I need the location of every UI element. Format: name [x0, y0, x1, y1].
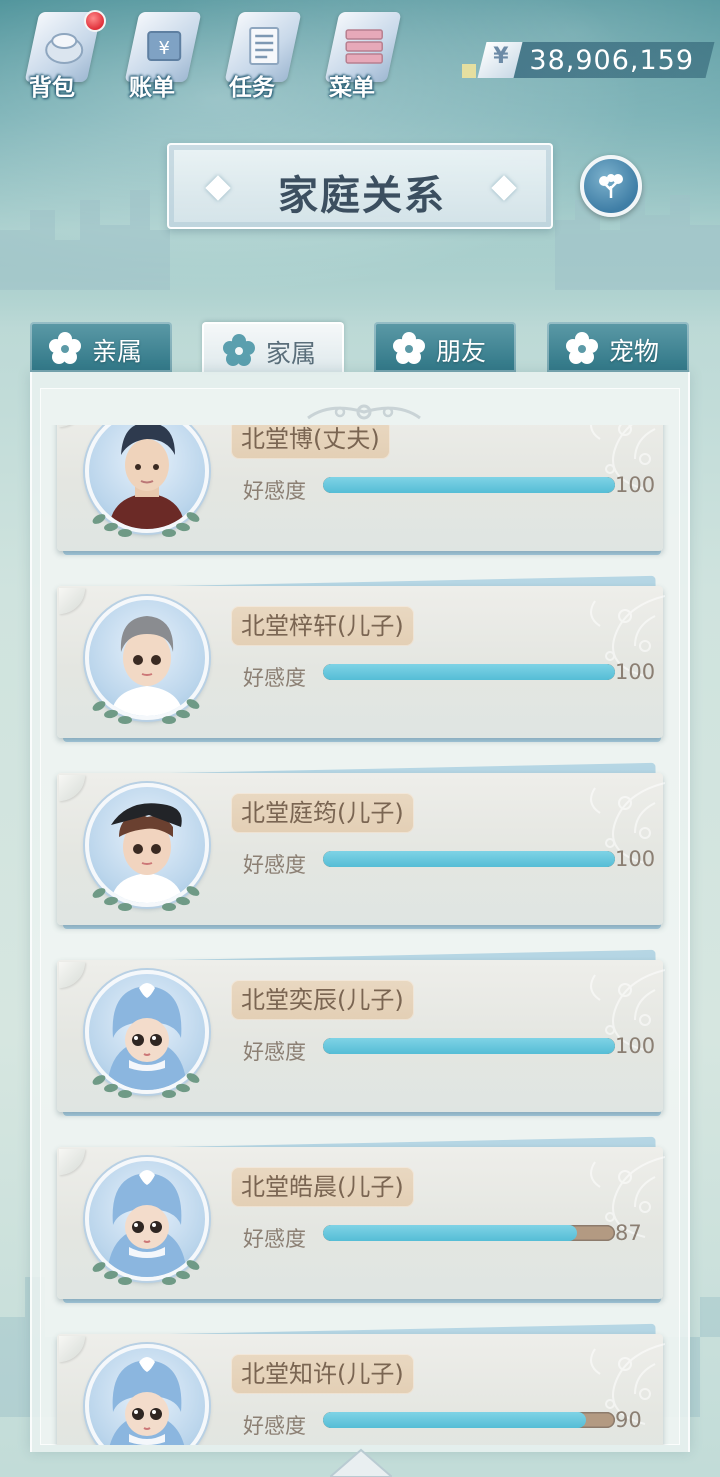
family-member-card[interactable]: 北堂博(丈夫) 好感度 100: [57, 425, 665, 567]
tab-label: 亲属: [92, 337, 143, 366]
member-name: 北堂知许(儿子): [231, 1354, 414, 1394]
affinity-value: 100: [615, 847, 656, 871]
affinity-bar-fill: [323, 1225, 578, 1241]
backpack-icon: [45, 33, 84, 64]
affinity-label: 好感度: [243, 479, 306, 503]
leaf-wreath-decoration: [92, 699, 200, 724]
task-icon: [249, 27, 280, 65]
task-button[interactable]: 任务: [220, 6, 304, 102]
menu-label: 菜单: [329, 75, 375, 101]
affinity-label: 好感度: [243, 853, 306, 877]
menu-button[interactable]: 菜单: [320, 6, 404, 102]
coin-icon: [462, 64, 476, 78]
backpack-label: 背包: [29, 75, 75, 101]
affinity-bar: [323, 1412, 615, 1428]
lace-ornament: [590, 1156, 665, 1238]
leaf-wreath-decoration: [85, 1430, 205, 1445]
family-member-card[interactable]: 北堂知许(儿子) 好感度 90: [57, 1323, 665, 1445]
tab-relatives[interactable]: 亲属: [30, 322, 172, 372]
tab-family[interactable]: 家属: [202, 322, 344, 372]
tab-label: 朋友: [436, 337, 487, 366]
affinity-bar-fill: [323, 664, 615, 680]
affinity-bar-fill: [323, 1412, 586, 1428]
affinity-bar: [323, 664, 615, 680]
money-display: ¥ 38,906,159: [462, 42, 715, 78]
affinity-bar: [323, 1225, 615, 1241]
page-title-plate: 家庭关系: [167, 143, 553, 229]
lace-ornament: [590, 969, 665, 1051]
notification-dot: [84, 10, 106, 32]
lace-ornament: [590, 595, 665, 677]
affinity-value: 90: [615, 1408, 642, 1432]
menu-icon: [345, 29, 383, 64]
family-tree-button[interactable]: [580, 155, 642, 217]
flower-icon: [223, 334, 255, 366]
panel-ornament: [307, 404, 421, 420]
family-member-card[interactable]: 北堂庭筠(儿子) 好感度 100: [57, 762, 665, 941]
family-tree-icon: [599, 174, 623, 198]
affinity-label: 好感度: [243, 1414, 306, 1438]
affinity-bar: [323, 1038, 615, 1054]
member-name: 北堂皓晨(儿子): [231, 1167, 414, 1207]
affinity-bar: [323, 477, 615, 493]
flower-icon: [566, 332, 598, 364]
member-name: 北堂庭筠(儿子): [231, 793, 414, 833]
affinity-bar-fill: [323, 851, 615, 867]
bill-button[interactable]: ¥ 账单: [120, 6, 204, 102]
leaf-wreath-decoration: [92, 1073, 200, 1098]
affinity-bar-fill: [323, 1038, 615, 1054]
tab-pets[interactable]: 宠物: [547, 322, 689, 372]
leaf-wreath-decoration: [92, 1260, 200, 1285]
flower-icon: [393, 332, 425, 364]
leaf-wreath-decoration: [92, 512, 200, 537]
tab-label: 家属: [266, 339, 317, 368]
affinity-value: 87: [615, 1221, 642, 1245]
affinity-value: 100: [615, 473, 656, 497]
flower-icon: [49, 332, 81, 364]
bill-label: 账单: [129, 75, 175, 101]
family-member-list[interactable]: 北堂博(丈夫) 好感度 100 北堂梓轩(儿子) 好感度 100 北堂庭筠(儿子…: [40, 425, 680, 1445]
affinity-bar-fill: [323, 477, 615, 493]
leaf-wreath-decoration: [92, 886, 200, 911]
scroll-down-arrow-icon[interactable]: [330, 1446, 392, 1477]
family-member-card[interactable]: 北堂奕辰(儿子) 好感度 100: [57, 949, 665, 1128]
money-value: 38,906,159: [529, 45, 694, 76]
bill-icon: ¥: [147, 31, 182, 61]
member-name: 北堂奕辰(儿子): [231, 980, 414, 1020]
affinity-label: 好感度: [243, 666, 306, 690]
affinity-label: 好感度: [243, 1227, 306, 1251]
family-member-card[interactable]: 北堂皓晨(儿子) 好感度 87: [57, 1136, 665, 1315]
affinity-value: 100: [615, 660, 656, 684]
affinity-bar: [323, 851, 615, 867]
family-member-card[interactable]: 北堂梓轩(儿子) 好感度 100: [57, 575, 665, 754]
affinity-label: 好感度: [243, 1040, 306, 1064]
member-name: 北堂博(丈夫): [231, 425, 390, 459]
task-label: 任务: [229, 75, 275, 101]
affinity-value: 100: [615, 1034, 656, 1058]
tab-label: 宠物: [609, 337, 660, 366]
member-name: 北堂梓轩(儿子): [231, 606, 414, 646]
svg-text:¥: ¥: [158, 38, 169, 59]
tab-friends[interactable]: 朋友: [374, 322, 516, 372]
lace-ornament: [590, 782, 665, 864]
